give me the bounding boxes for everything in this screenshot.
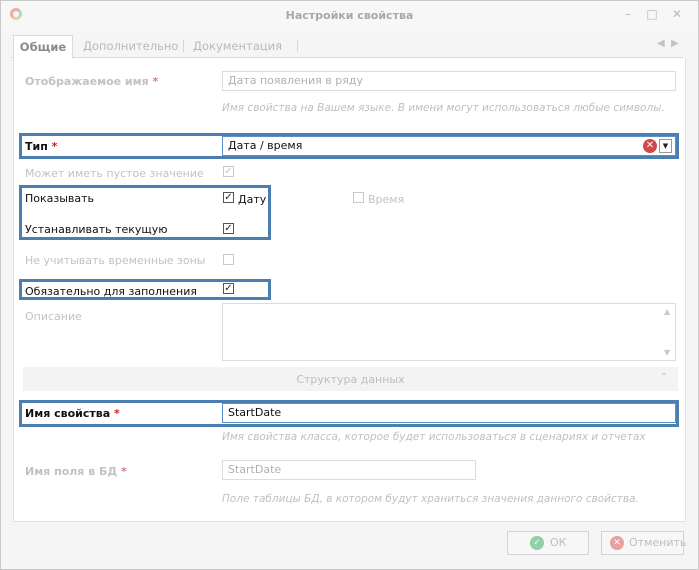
db-field-hint: Поле таблицы БД, в котором будут хранить… [222, 493, 639, 505]
tab-documentation[interactable]: Документация [193, 35, 282, 57]
description-label: Описание [25, 310, 82, 323]
type-label: Тип * [25, 140, 58, 153]
data-structure-section-header[interactable]: Структура данных ⌃ [23, 367, 678, 391]
minimize-icon[interactable]: – [622, 8, 634, 20]
scroll-up-icon[interactable]: ▲ [664, 307, 670, 316]
display-name-label: Отображаемое имя * [25, 75, 159, 88]
mandatory-checkbox[interactable]: ✓ [223, 283, 234, 294]
nullable-checkbox[interactable]: ✓ [223, 166, 234, 177]
display-name-input[interactable]: Дата появления в ряду [222, 71, 676, 91]
cancel-button[interactable]: ✕ Отменить [601, 531, 686, 555]
mandatory-label: Обязательно для заполнения [25, 285, 197, 298]
show-time-label: Время [368, 193, 405, 206]
db-field-label: Имя поля в БД * [25, 465, 127, 478]
property-name-hint: Имя свойства класса, которое будет испол… [222, 431, 646, 443]
display-name-hint: Имя свойства на Вашем языке. В имени мог… [222, 102, 665, 114]
window-title: Настройки свойства [285, 9, 414, 22]
tab-separator [183, 40, 184, 52]
property-settings-dialog: Настройки свойства – □ ✕ Общие Дополните… [0, 0, 699, 570]
cancel-x-icon: ✕ [610, 536, 624, 550]
tab-strip: Общие Дополнительно Документация ◀ ▶ [11, 35, 683, 59]
set-current-checkbox[interactable]: ✓ [223, 223, 234, 234]
collapse-icon[interactable]: ⌃ [660, 372, 668, 383]
tab-scroll-right-icon[interactable]: ▶ [671, 38, 679, 49]
show-date-checkbox[interactable]: ✓ [223, 192, 234, 203]
ok-button[interactable]: ✓ ОК [507, 531, 589, 555]
show-label: Показывать [25, 192, 95, 205]
ignore-timezones-label: Не учитывать временные зоны [25, 254, 206, 267]
type-select[interactable]: Дата / время [222, 136, 676, 156]
property-name-label: Имя свойства * [25, 407, 120, 420]
nullable-label: Может иметь пустое значение [25, 167, 204, 180]
tab-separator [297, 40, 298, 52]
title-bar[interactable]: Настройки свойства – □ ✕ [1, 1, 698, 31]
ok-check-icon: ✓ [530, 536, 544, 550]
tab-general[interactable]: Общие [13, 35, 73, 59]
close-icon[interactable]: ✕ [671, 8, 683, 20]
ignore-timezones-checkbox[interactable] [223, 254, 234, 265]
tab-additional[interactable]: Дополнительно [83, 35, 178, 57]
data-structure-title: Структура данных [296, 373, 405, 386]
clear-value-icon[interactable]: ✕ [643, 139, 657, 153]
set-current-label: Устанавливать текущую [25, 223, 168, 236]
maximize-icon[interactable]: □ [646, 8, 658, 20]
tab-scroll-left-icon[interactable]: ◀ [657, 38, 665, 49]
show-date-label: Дату [238, 193, 267, 206]
chevron-down-icon[interactable]: ▼ [659, 139, 672, 153]
show-time-checkbox[interactable] [353, 192, 364, 203]
scroll-down-icon[interactable]: ▼ [664, 348, 670, 357]
description-textarea[interactable] [222, 303, 676, 361]
db-field-input[interactable]: StartDate [222, 460, 476, 480]
property-name-input[interactable]: StartDate [222, 403, 676, 423]
